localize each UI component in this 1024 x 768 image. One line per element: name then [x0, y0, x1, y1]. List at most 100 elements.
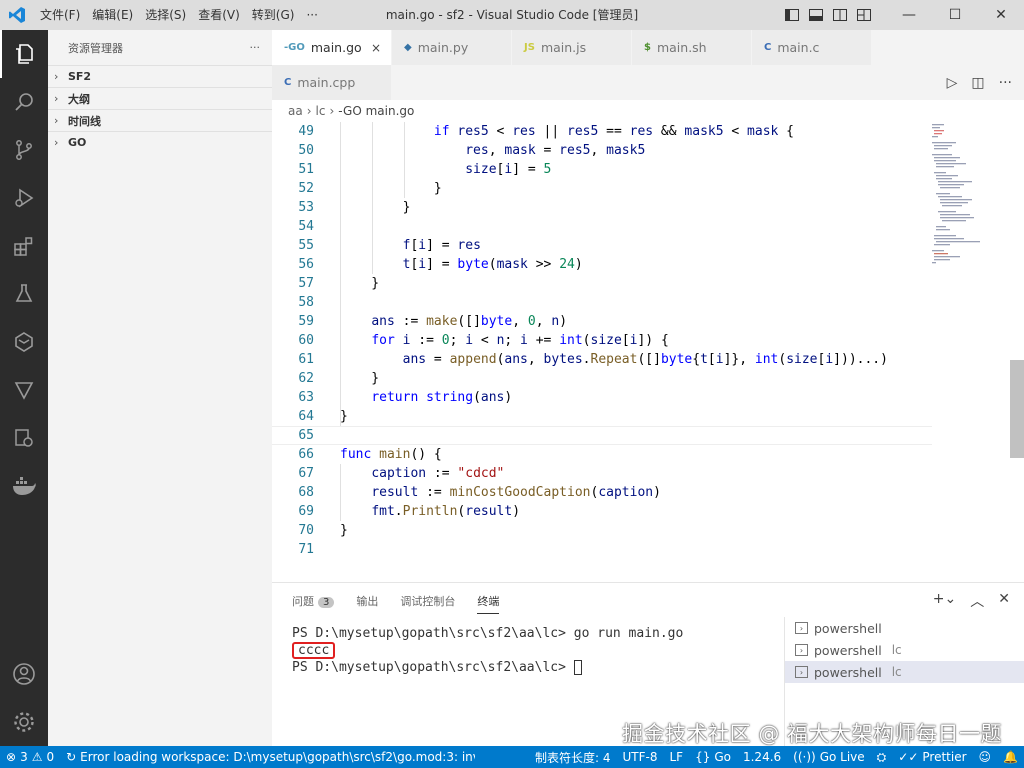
go-version-indicator[interactable]: 1.24.6: [737, 750, 787, 764]
code-text: f[i] = res: [402, 238, 481, 253]
testing-flask-icon[interactable]: [0, 270, 48, 318]
menu-item[interactable]: ···: [300, 0, 323, 30]
sidebar-section-0[interactable]: › SF2: [48, 65, 272, 87]
code-text: return string(ans): [371, 390, 513, 405]
tab-main-py[interactable]: ◆ main.py: [392, 30, 512, 65]
panel-tab-3[interactable]: 终端: [477, 593, 500, 614]
terminal-list-item[interactable]: › powershell lc: [785, 639, 1024, 661]
maximize-panel-icon[interactable]: ︿: [970, 591, 984, 611]
broadcast-icon: ((·)): [793, 750, 816, 764]
notifications-bell-icon[interactable]: 🔔: [997, 750, 1024, 764]
menu-item[interactable]: 文件(F): [34, 0, 86, 30]
code-editor[interactable]: 49 if res5 < res || res5 == res && mask5…: [272, 122, 1024, 582]
go-live-button[interactable]: ((·)) Go Live: [787, 750, 871, 764]
warning-icon: ⚠: [31, 750, 43, 764]
docker-settings-icon[interactable]: [0, 414, 48, 462]
file-type-icon: C: [764, 42, 772, 53]
chevron-right-icon: ›: [54, 114, 59, 127]
breadcrumb-item[interactable]: aa: [288, 104, 303, 118]
tab-main-c[interactable]: Cmain.c: [752, 30, 872, 65]
menu-item[interactable]: 编辑(E): [86, 0, 139, 30]
problems-indicator[interactable]: ⊗ 3 ⚠ 0: [0, 750, 60, 764]
code-text: fmt.Println(result): [371, 504, 521, 519]
menu-item[interactable]: 转到(G): [246, 0, 301, 30]
error-icon: ⊗: [6, 750, 17, 764]
tab-main-cpp[interactable]: Cmain.cpp: [272, 65, 392, 100]
sync-icon: ↻: [66, 750, 77, 764]
manage-gear-icon[interactable]: [0, 698, 48, 746]
sidebar-section-label: SF2: [68, 70, 92, 83]
docker-icon[interactable]: [0, 462, 48, 510]
breadcrumb-item[interactable]: -GO main.go: [338, 104, 414, 118]
code-text: }: [340, 523, 348, 538]
terminal-list-item[interactable]: › powershell lc: [785, 661, 1024, 683]
breadcrumb-item[interactable]: lc: [316, 104, 326, 118]
terminal-output[interactable]: PS D:\mysetup\gopath\src\sf2\aa\lc> go r…: [292, 625, 782, 676]
close-tab-icon[interactable]: ×: [371, 41, 381, 55]
code-line: 67 caption := "cdcd": [272, 464, 932, 483]
explorer-more-button[interactable]: ···: [250, 41, 261, 54]
source-control-icon[interactable]: [0, 126, 48, 174]
copilot-icon[interactable]: ⛭: [871, 750, 893, 765]
code-text: }: [340, 409, 348, 424]
code-line: 62 }: [272, 369, 932, 388]
encoding-indicator[interactable]: UTF-8: [616, 750, 663, 764]
panel-tab-label: 终端: [477, 595, 500, 608]
close-window-button[interactable]: ✕: [978, 0, 1024, 30]
tab-main-sh[interactable]: $ main.sh: [632, 30, 752, 65]
maximize-button[interactable]: ☐: [932, 0, 978, 30]
code-line: 49 if res5 < res || res5 == res && mask5…: [272, 122, 932, 141]
line-number: 57: [298, 276, 314, 291]
account-icon[interactable]: [0, 650, 48, 698]
toggle-panel-icon[interactable]: [808, 7, 824, 23]
menu-item[interactable]: 选择(S): [139, 0, 192, 30]
code-text: }: [340, 276, 380, 291]
minimize-button[interactable]: —: [886, 0, 932, 30]
tab-main-go[interactable]: -GO main.go ×: [272, 30, 392, 65]
run-debug-icon[interactable]: [0, 174, 48, 222]
code-line: 63 return string(ans): [272, 388, 932, 407]
eol-indicator[interactable]: LF: [663, 750, 689, 764]
panel-tab-0[interactable]: 问题 3: [292, 593, 335, 609]
panel-tab-2[interactable]: 调试控制台: [400, 593, 455, 609]
new-terminal-icon[interactable]: +⌄: [933, 591, 956, 611]
search-icon[interactable]: [0, 78, 48, 126]
tab-label: main.sh: [656, 40, 707, 55]
tab-main-js[interactable]: JS main.js: [512, 30, 632, 65]
layout-controls: [784, 0, 872, 30]
code-line: 60 for i := 0; i < n; i += int(size[i]) …: [272, 331, 932, 350]
language-indicator[interactable]: {} Go: [689, 750, 737, 764]
minimap[interactable]: [924, 122, 1014, 272]
code-text: t[i] = byte(mask >> 24): [402, 257, 583, 272]
code-text: caption := "cdcd": [371, 466, 505, 481]
remote-explorer-icon[interactable]: [0, 318, 48, 366]
gitlens-icon[interactable]: [0, 366, 48, 414]
panel-tab-1[interactable]: 输出: [356, 593, 378, 609]
customize-layout-icon[interactable]: [856, 7, 872, 23]
more-actions-icon[interactable]: ···: [999, 75, 1012, 91]
code-text: }: [340, 200, 411, 215]
sidebar-section-2[interactable]: › 时间线: [48, 109, 272, 131]
terminal-list-item[interactable]: › powershell: [785, 617, 1024, 639]
sidebar-section-label: 时间线: [68, 114, 101, 128]
code-line: 52 }: [272, 179, 932, 198]
code-text: result := minCostGoodCaption(caption): [371, 485, 661, 500]
toggle-secondary-sidebar-icon[interactable]: [832, 7, 848, 23]
menu-item[interactable]: 查看(V): [192, 0, 246, 30]
extensions-icon[interactable]: [0, 222, 48, 270]
sidebar-section-1[interactable]: › 大纲: [48, 87, 272, 109]
run-file-icon[interactable]: ▷: [947, 75, 958, 91]
split-editor-icon[interactable]: ◫: [971, 75, 984, 91]
close-panel-icon[interactable]: ✕: [998, 591, 1010, 611]
workspace-error-message[interactable]: ↻ Error loading workspace: D:\mysetup\gop…: [60, 750, 481, 764]
code-text: }: [340, 181, 442, 196]
tab-size-indicator[interactable]: 制表符长度: 4: [529, 749, 617, 766]
code-text: }: [340, 371, 380, 386]
explorer-icon[interactable]: [0, 30, 48, 78]
code-line: 68 result := minCostGoodCaption(caption): [272, 483, 932, 502]
toggle-primary-sidebar-icon[interactable]: [784, 7, 800, 23]
sidebar-section-3[interactable]: › GO: [48, 131, 272, 153]
feedback-icon[interactable]: ☺: [973, 750, 998, 764]
editor-scrollbar[interactable]: [1010, 360, 1024, 458]
prettier-indicator[interactable]: ✓✓ Prettier: [892, 750, 972, 764]
